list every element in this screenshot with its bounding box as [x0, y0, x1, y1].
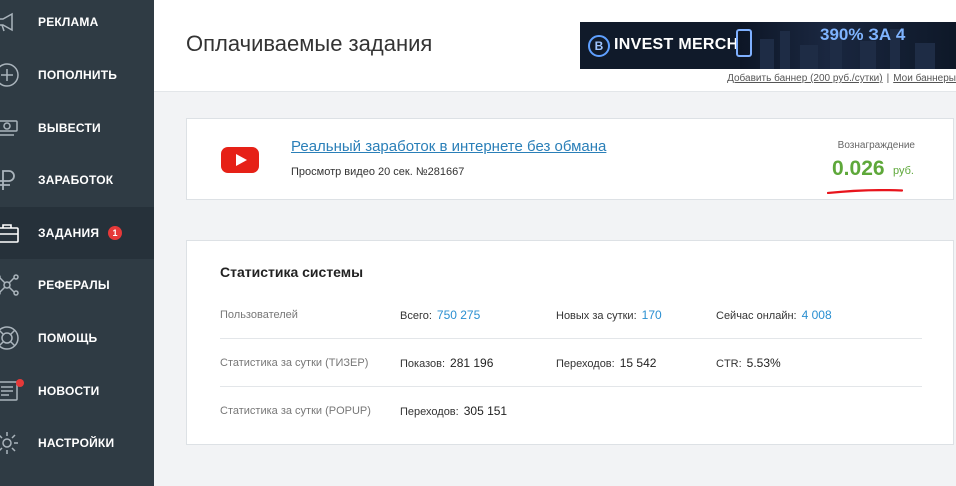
page-header: Оплачиваемые задания B INVEST MERCH 390%…: [154, 0, 956, 92]
stats-row-teaser: Статистика за сутки (ТИЗЕР) Показов: 281 …: [220, 339, 922, 387]
task-card: Реальный заработок в интернете без обман…: [186, 118, 954, 200]
task-title-link[interactable]: Реальный заработок в интернете без обман…: [291, 138, 606, 155]
banner-links: Добавить баннер (200 руб./сутки) | Мои бан…: [727, 73, 956, 84]
my-banners-link[interactable]: Мои баннеры: [893, 73, 956, 84]
banner-brand: INVEST MERCH: [614, 36, 739, 53]
briefcase-icon: [0, 220, 20, 246]
sidebar-item-help[interactable]: ПОМОЩЬ: [0, 312, 154, 364]
youtube-icon: [221, 147, 259, 173]
sidebar-item-label: НОВОСТИ: [38, 384, 100, 398]
phone-icon: [736, 29, 752, 57]
sidebar-item-label: НАСТРОЙКИ: [38, 436, 115, 450]
reward-label: Вознаграждение: [837, 140, 915, 151]
gear-icon: [0, 430, 20, 456]
sidebar-item-ads[interactable]: РЕКЛАМА: [0, 0, 154, 48]
sidebar-item-label: ЗАДАНИЯ: [38, 226, 100, 240]
sidebar-item-earnings[interactable]: ЗАРАБОТОК: [0, 154, 154, 206]
plus-circle-icon: [0, 62, 20, 88]
row-label: Статистика за сутки (POPUP): [220, 405, 371, 417]
stats-row-popup: Статистика за сутки (POPUP) Переходов: 30…: [220, 387, 922, 435]
add-banner-link[interactable]: Добавить баннер (200 руб./сутки): [727, 73, 883, 84]
news-unread-dot: [16, 379, 24, 387]
page-title: Оплачиваемые задания: [186, 31, 433, 56]
sidebar-item-withdraw[interactable]: ВЫВЕСТИ: [0, 102, 154, 154]
bitcoin-coin-icon: B: [588, 35, 610, 57]
reward-underline-mark: [827, 189, 903, 194]
megaphone-icon: [0, 9, 20, 35]
sidebar-item-news[interactable]: НОВОСТИ: [0, 365, 154, 417]
stat-total-users: Всего: 750 275: [400, 308, 481, 322]
row-label: Статистика за сутки (ТИЗЕР): [220, 357, 369, 369]
sidebar-item-referrals[interactable]: РЕФЕРАЛЫ: [0, 259, 154, 311]
stat-teaser-ctr: CTR: 5.53%: [716, 356, 781, 370]
sidebar-item-label: РЕКЛАМА: [38, 15, 99, 29]
row-label: Пользователей: [220, 309, 298, 321]
sidebar: РЕКЛАМА ПОПОЛНИТЬ ВЫВЕСТИ ЗАРАБОТОК ЗАДА…: [0, 0, 154, 486]
stat-teaser-clicks: Переходов: 15 542: [556, 356, 657, 370]
stat-teaser-impressions: Показов: 281 196: [400, 356, 494, 370]
cash-withdraw-icon: [0, 115, 20, 141]
stat-online-users: Сейчас онлайн: 4 008: [716, 308, 832, 322]
sidebar-item-settings[interactable]: НАСТРОЙКИ: [0, 417, 154, 469]
banner-promo: 390% ЗА 4: [820, 25, 906, 44]
sidebar-item-label: РЕФЕРАЛЫ: [38, 278, 110, 292]
stat-new-users: Новых за сутки: 170: [556, 308, 662, 322]
stats-title: Статистика системы: [220, 264, 364, 280]
sidebar-item-label: ЗАРАБОТОК: [38, 173, 114, 187]
reward-value: 0.026: [832, 157, 885, 180]
ad-banner[interactable]: B INVEST MERCH 390% ЗА 4: [580, 22, 956, 69]
sidebar-item-label: ПОМОЩЬ: [38, 331, 98, 345]
network-icon: [0, 272, 20, 298]
link-separator: |: [886, 73, 890, 84]
sidebar-item-label: ВЫВЕСТИ: [38, 121, 101, 135]
task-subtitle: Просмотр видео 20 сек. №281667: [291, 166, 465, 178]
sidebar-item-tasks[interactable]: ЗАДАНИЯ 1: [0, 207, 154, 259]
stats-row-users: Пользователей Всего: 750 275 Новых за сут…: [220, 291, 922, 339]
sidebar-item-label: ПОПОЛНИТЬ: [38, 68, 118, 82]
system-stats-card: Статистика системы Пользователей Всего: 7…: [186, 240, 954, 445]
ruble-icon: [0, 167, 20, 193]
reward-unit: руб.: [893, 165, 914, 177]
stat-popup-clicks: Переходов: 305 151: [400, 404, 508, 418]
sidebar-item-deposit[interactable]: ПОПОЛНИТЬ: [0, 49, 154, 101]
lifebuoy-icon: [0, 325, 20, 351]
tasks-count-badge: 1: [108, 226, 122, 240]
